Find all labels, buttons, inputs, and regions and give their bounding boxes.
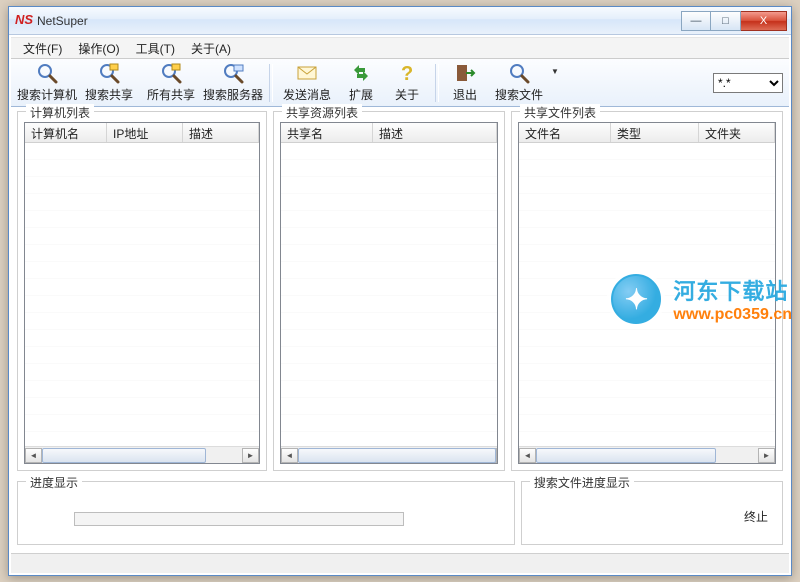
question-icon: ? (396, 62, 418, 84)
app-window: NS NetSuper — □ X 文件(F) 操作(O) 工具(T) 关于(A… (8, 6, 792, 576)
toolbtn-search-computers[interactable]: 搜索计算机 (17, 60, 77, 105)
app-frame: 搜索计算机 搜索共享 所有共享 搜索服务器 (11, 59, 789, 551)
toolbtn-label: 搜索共享 (85, 86, 133, 103)
scroll-left-icon[interactable]: ◄ (519, 448, 536, 463)
share-listview[interactable]: 共享名 描述 ◄ ► (280, 122, 498, 464)
panel-progress: 进度显示 (17, 481, 515, 545)
scroll-thumb[interactable] (536, 448, 716, 463)
bottom-area: 进度显示 搜索文件进度显示 终止 (11, 473, 789, 551)
envelope-icon (296, 62, 318, 84)
panel-share-list: 共享资源列表 共享名 描述 ◄ ► (273, 111, 505, 471)
h-scrollbar[interactable]: ◄ ► (281, 446, 497, 463)
h-scrollbar[interactable]: ◄ ► (519, 446, 775, 463)
main-area: 计算机列表 计算机名 IP地址 描述 ◄ ► (11, 107, 789, 473)
toolbtn-send-message[interactable]: 发送消息 (277, 60, 337, 105)
toolbtn-label: 退出 (453, 86, 477, 103)
toolbtn-all-shares[interactable]: 所有共享 (141, 60, 201, 105)
arrows-icon (350, 62, 372, 84)
toolbar-separator (435, 64, 439, 102)
toolbar-overflow-icon[interactable]: ▼ (551, 67, 559, 76)
col-description[interactable]: 描述 (373, 123, 497, 142)
window-title: NetSuper (37, 14, 681, 28)
magnifier-icon (36, 62, 58, 84)
scroll-left-icon[interactable]: ◄ (25, 448, 42, 463)
menu-file[interactable]: 文件(F) (15, 38, 70, 59)
stop-button[interactable]: 终止 (744, 508, 768, 525)
h-scrollbar[interactable]: ◄ ► (25, 446, 259, 463)
listview-body[interactable] (281, 143, 497, 446)
magnifier-file-icon (508, 62, 530, 84)
panel-title: 共享文件列表 (520, 104, 600, 121)
menu-about[interactable]: 关于(A) (183, 38, 239, 59)
listview-body[interactable] (519, 143, 775, 446)
menu-action[interactable]: 操作(O) (70, 38, 127, 59)
scroll-track[interactable] (298, 448, 480, 463)
minimize-button[interactable]: — (681, 11, 711, 31)
panel-file-list: 共享文件列表 文件名 类型 文件夹 ◄ ► (511, 111, 783, 471)
app-icon: NS (15, 13, 31, 29)
menu-tools[interactable]: 工具(T) (128, 38, 183, 59)
maximize-button[interactable]: □ (711, 11, 741, 31)
computer-listview[interactable]: 计算机名 IP地址 描述 ◄ ► (24, 122, 260, 464)
col-folder[interactable]: 文件夹 (699, 123, 775, 142)
panel-title: 计算机列表 (26, 104, 94, 121)
scroll-thumb[interactable] (42, 448, 206, 463)
exit-icon (454, 62, 476, 84)
file-listview[interactable]: 文件名 类型 文件夹 ◄ ► (518, 122, 776, 464)
col-ip-address[interactable]: IP地址 (107, 123, 183, 142)
col-file-name[interactable]: 文件名 (519, 123, 611, 142)
toolbar-separator (269, 64, 273, 102)
toolbtn-label: 搜索服务器 (203, 86, 263, 103)
toolbtn-label: 所有共享 (147, 86, 195, 103)
scroll-track[interactable] (536, 448, 758, 463)
col-type[interactable]: 类型 (611, 123, 699, 142)
toolbtn-label: 发送消息 (283, 86, 331, 103)
toolbtn-label: 关于 (395, 86, 419, 103)
toolbtn-search-files[interactable]: 搜索文件 (489, 60, 549, 105)
scroll-right-icon[interactable]: ► (758, 448, 775, 463)
toolbtn-label: 扩展 (349, 86, 373, 103)
scroll-thumb[interactable] (298, 448, 496, 463)
panel-title: 进度显示 (26, 474, 82, 491)
toolbtn-about[interactable]: ? 关于 (385, 60, 429, 105)
listview-header: 计算机名 IP地址 描述 (25, 123, 259, 143)
panel-title: 搜索文件进度显示 (530, 474, 634, 491)
listview-body[interactable] (25, 143, 259, 446)
toolbtn-extensions[interactable]: 扩展 (339, 60, 383, 105)
filter-box: *.* (713, 73, 783, 93)
svg-text:?: ? (401, 63, 413, 84)
filter-select[interactable]: *.* (713, 73, 783, 93)
close-button[interactable]: X (741, 11, 787, 31)
panel-computer-list: 计算机列表 计算机名 IP地址 描述 ◄ ► (17, 111, 267, 471)
status-bar (11, 553, 789, 573)
panel-title: 共享资源列表 (282, 104, 362, 121)
scroll-left-icon[interactable]: ◄ (281, 448, 298, 463)
scroll-track[interactable] (42, 448, 242, 463)
toolbar: 搜索计算机 搜索共享 所有共享 搜索服务器 (11, 59, 789, 107)
toolbtn-search-servers[interactable]: 搜索服务器 (203, 60, 263, 105)
toolbtn-label: 搜索文件 (495, 86, 543, 103)
magnifier-share-icon (160, 62, 182, 84)
toolbtn-search-shares[interactable]: 搜索共享 (79, 60, 139, 105)
magnifier-server-icon (222, 62, 244, 84)
col-share-name[interactable]: 共享名 (281, 123, 373, 142)
menubar: 文件(F) 操作(O) 工具(T) 关于(A) (11, 37, 789, 59)
magnifier-share-icon (98, 62, 120, 84)
titlebar[interactable]: NS NetSuper — □ X (9, 7, 791, 35)
window-controls: — □ X (681, 11, 787, 31)
listview-header: 文件名 类型 文件夹 (519, 123, 775, 143)
progress-bar (74, 512, 404, 526)
panel-file-progress: 搜索文件进度显示 终止 (521, 481, 783, 545)
toolbtn-quit[interactable]: 退出 (443, 60, 487, 105)
col-computer-name[interactable]: 计算机名 (25, 123, 107, 142)
scroll-right-icon[interactable]: ► (242, 448, 259, 463)
listview-header: 共享名 描述 (281, 123, 497, 143)
col-description[interactable]: 描述 (183, 123, 259, 142)
toolbtn-label: 搜索计算机 (17, 86, 77, 103)
